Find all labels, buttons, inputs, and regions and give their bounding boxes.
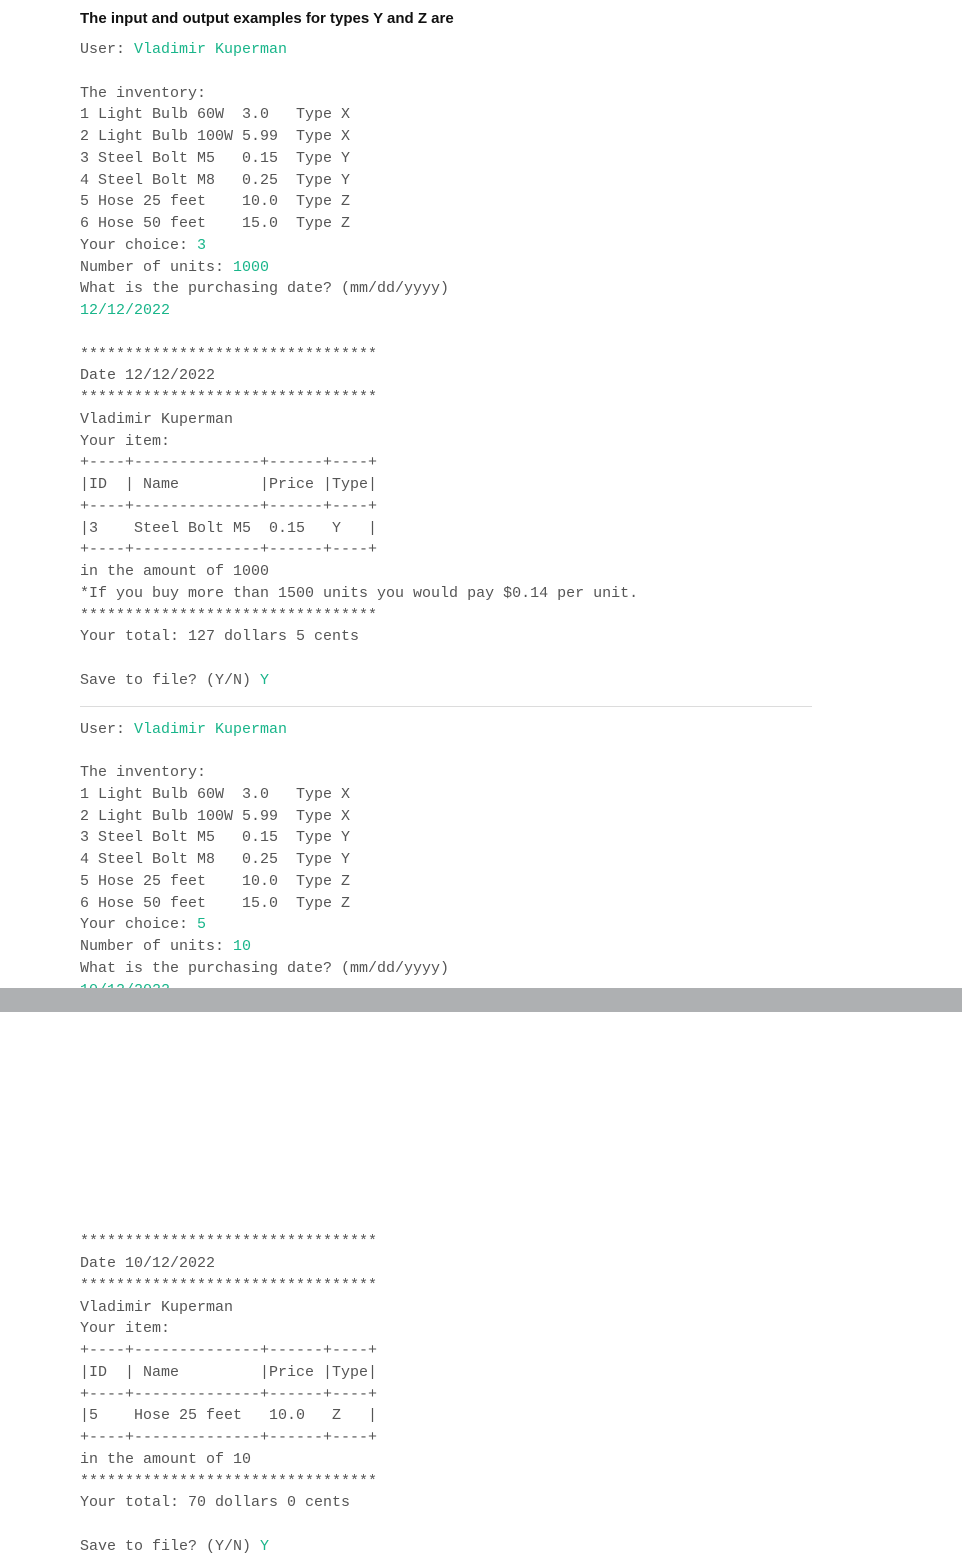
user-name-out: Vladimir Kuperman	[80, 411, 233, 428]
user-name: Vladimir Kuperman	[134, 41, 287, 58]
your-item-label: Your item:	[80, 1320, 170, 1337]
divider-stars: *********************************	[80, 1233, 377, 1250]
divider-stars: *********************************	[80, 1277, 377, 1294]
date-line: Date 10/12/2022	[80, 1255, 215, 1272]
user-name-out: Vladimir Kuperman	[80, 1299, 233, 1316]
total-line: Your total: 127 dollars 5 cents	[80, 628, 359, 645]
table-border: +----+--------------+------+----+	[80, 498, 377, 515]
inventory-header: The inventory:	[80, 764, 206, 781]
choice-value: 5	[197, 916, 206, 933]
save-prompt: Save to file? (Y/N)	[80, 672, 260, 689]
table-row: |5 Hose 25 feet 10.0 Z |	[80, 1407, 377, 1424]
units-prompt: Number of units:	[80, 938, 233, 955]
units-value: 10	[233, 938, 251, 955]
date-prompt: What is the purchasing date? (mm/dd/yyyy…	[80, 960, 449, 977]
inventory-line: 3 Steel Bolt M5 0.15 Type Y	[80, 829, 350, 846]
divider-stars: *********************************	[80, 389, 377, 406]
table-header: |ID | Name |Price |Type|	[80, 1364, 377, 1381]
save-prompt: Save to file? (Y/N)	[80, 1538, 260, 1555]
choice-value: 3	[197, 237, 206, 254]
table-border: +----+--------------+------+----+	[80, 541, 377, 558]
total-line: Your total: 70 dollars 0 cents	[80, 1494, 350, 1511]
table-border: +----+--------------+------+----+	[80, 1429, 377, 1446]
your-item-label: Your item:	[80, 433, 170, 450]
section-heading: The input and output examples for types …	[80, 10, 962, 27]
save-answer: Y	[260, 672, 269, 689]
table-row: |3 Steel Bolt M5 0.15 Y |	[80, 520, 377, 537]
user-name: Vladimir Kuperman	[134, 721, 287, 738]
inventory-line: 6 Hose 50 feet 15.0 Type Z	[80, 895, 350, 912]
example-divider	[80, 706, 812, 707]
amount-line: in the amount of 10	[80, 1451, 251, 1468]
date-line: Date 12/12/2022	[80, 367, 215, 384]
units-prompt: Number of units:	[80, 259, 233, 276]
inventory-line: 5 Hose 25 feet 10.0 Type Z	[80, 873, 350, 890]
save-answer: Y	[260, 1538, 269, 1555]
inventory-line: 2 Light Bulb 100W 5.99 Type X	[80, 128, 350, 145]
table-border: +----+--------------+------+----+	[80, 1386, 377, 1403]
choice-prompt: Your choice:	[80, 916, 197, 933]
inventory-line: 2 Light Bulb 100W 5.99 Type X	[80, 808, 350, 825]
user-prompt: User:	[80, 721, 134, 738]
user-prompt: User:	[80, 41, 134, 58]
inventory-line: 5 Hose 25 feet 10.0 Type Z	[80, 193, 350, 210]
divider-stars: *********************************	[80, 1473, 377, 1490]
divider-stars: *********************************	[80, 607, 377, 624]
table-border: +----+--------------+------+----+	[80, 454, 377, 471]
divider-stars: *********************************	[80, 346, 377, 363]
terminal-example-2a: User: Vladimir Kuperman The inventory: 1…	[80, 719, 962, 1002]
choice-prompt: Your choice:	[80, 237, 197, 254]
date-value: 12/12/2022	[80, 302, 170, 319]
inventory-line: 1 Light Bulb 60W 3.0 Type X	[80, 106, 350, 123]
units-value: 1000	[233, 259, 269, 276]
inventory-line: 6 Hose 50 feet 15.0 Type Z	[80, 215, 350, 232]
inventory-line: 4 Steel Bolt M8 0.25 Type Y	[80, 172, 350, 189]
amount-line: in the amount of 1000	[80, 563, 269, 580]
inventory-line: 1 Light Bulb 60W 3.0 Type X	[80, 786, 350, 803]
terminal-example-1: User: Vladimir Kuperman The inventory: 1…	[80, 39, 962, 692]
page-break-gap	[80, 1001, 962, 1231]
inventory-line: 4 Steel Bolt M8 0.25 Type Y	[80, 851, 350, 868]
table-border: +----+--------------+------+----+	[80, 1342, 377, 1359]
date-prompt: What is the purchasing date? (mm/dd/yyyy…	[80, 280, 449, 297]
terminal-example-2b: ********************************* Date 1…	[80, 1231, 962, 1557]
page-break-band	[0, 988, 962, 1012]
bonus-line: *If you buy more than 1500 units you wou…	[80, 585, 638, 602]
table-header: |ID | Name |Price |Type|	[80, 476, 377, 493]
inventory-line: 3 Steel Bolt M5 0.15 Type Y	[80, 150, 350, 167]
inventory-header: The inventory:	[80, 85, 206, 102]
